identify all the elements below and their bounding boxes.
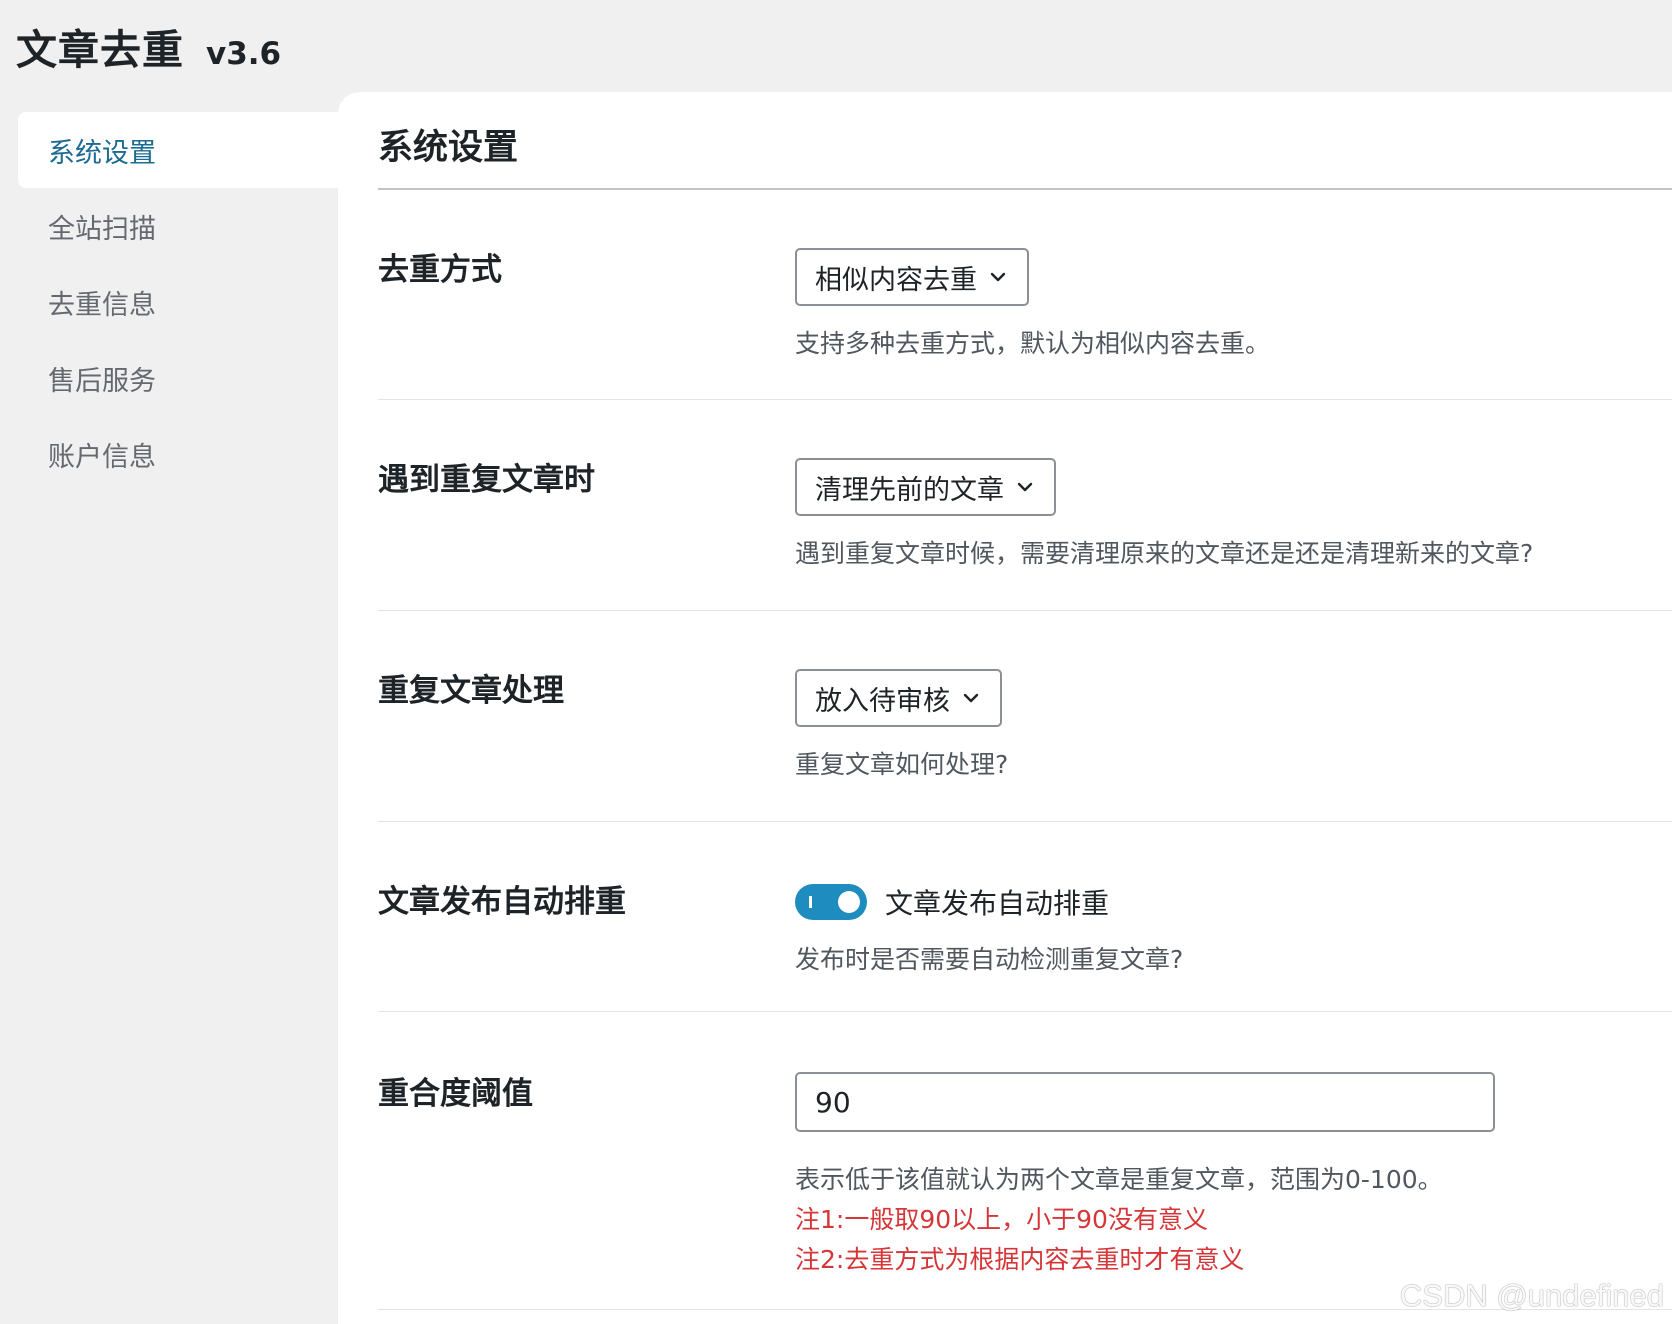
- app-header: 文章去重 v3.6: [16, 16, 281, 76]
- app-title: 文章去重: [16, 26, 184, 74]
- setting-description: 表示低于该值就认为两个文章是重复文章，范围为0-100。: [795, 1165, 1443, 1194]
- setting-label: 重复文章处理: [378, 673, 564, 709]
- setting-row-auto-dedupe: 文章发布自动排重 文章发布自动排重 发布时是否需要自动检测重复文章?: [378, 822, 1672, 1012]
- select-value: 放入待审核: [815, 685, 950, 717]
- select-value: 清理先前的文章: [815, 474, 1004, 506]
- dedupe-method-select[interactable]: 相似内容去重: [795, 248, 1029, 306]
- toggle-label: 文章发布自动排重: [885, 887, 1110, 920]
- page-title: 系统设置: [378, 92, 1672, 190]
- threshold-note-2: 注2:去重方式为根据内容去重时才有意义: [795, 1245, 1245, 1274]
- setting-description: 支持多种去重方式，默认为相似内容去重。: [795, 329, 1271, 358]
- sidebar-item-account-info[interactable]: 账户信息: [18, 416, 338, 492]
- chevron-down-icon: [1014, 476, 1036, 498]
- setting-label: 遇到重复文章时: [378, 462, 595, 498]
- on-duplicate-select[interactable]: 清理先前的文章: [795, 458, 1056, 516]
- settings-panel: 系统设置 去重方式 相似内容去重 支持多种去重方式，默认为相似内容去重。 遇到重…: [338, 92, 1672, 1324]
- setting-label: 去重方式: [378, 252, 502, 288]
- chevron-down-icon: [987, 266, 1009, 288]
- watermark: CSDN @undefined: [1399, 1278, 1664, 1313]
- threshold-input[interactable]: [795, 1072, 1495, 1132]
- setting-row-dedupe-method: 去重方式 相似内容去重 支持多种去重方式，默认为相似内容去重。: [378, 190, 1672, 400]
- sidebar-item-site-scan[interactable]: 全站扫描: [18, 188, 338, 264]
- sidebar-item-system-settings[interactable]: 系统设置: [18, 112, 338, 188]
- setting-description: 遇到重复文章时候，需要清理原来的文章还是还是清理新来的文章?: [795, 539, 1534, 568]
- setting-label: 文章发布自动排重: [378, 884, 626, 920]
- sidebar-item-after-sales[interactable]: 售后服务: [18, 340, 338, 416]
- auto-dedupe-toggle[interactable]: [795, 884, 867, 920]
- setting-row-on-duplicate: 遇到重复文章时 清理先前的文章 遇到重复文章时候，需要清理原来的文章还是还是清理…: [378, 400, 1672, 611]
- setting-row-threshold: 重合度阈值 表示低于该值就认为两个文章是重复文章，范围为0-100。 注1:一般…: [378, 1012, 1672, 1310]
- sidebar: 系统设置 全站扫描 去重信息 售后服务 账户信息: [18, 112, 338, 492]
- setting-label: 重合度阈值: [378, 1076, 533, 1112]
- duplicate-handling-select[interactable]: 放入待审核: [795, 669, 1002, 727]
- setting-row-duplicate-handling: 重复文章处理 放入待审核 重复文章如何处理?: [378, 611, 1672, 822]
- select-value: 相似内容去重: [815, 264, 977, 296]
- setting-description: 发布时是否需要自动检测重复文章?: [795, 945, 1184, 974]
- threshold-note-1: 注1:一般取90以上，小于90没有意义: [795, 1205, 1208, 1234]
- app-version: v3.6: [206, 36, 282, 72]
- setting-description: 重复文章如何处理?: [795, 750, 1009, 779]
- chevron-down-icon: [960, 687, 982, 709]
- sidebar-item-dedupe-info[interactable]: 去重信息: [18, 264, 338, 340]
